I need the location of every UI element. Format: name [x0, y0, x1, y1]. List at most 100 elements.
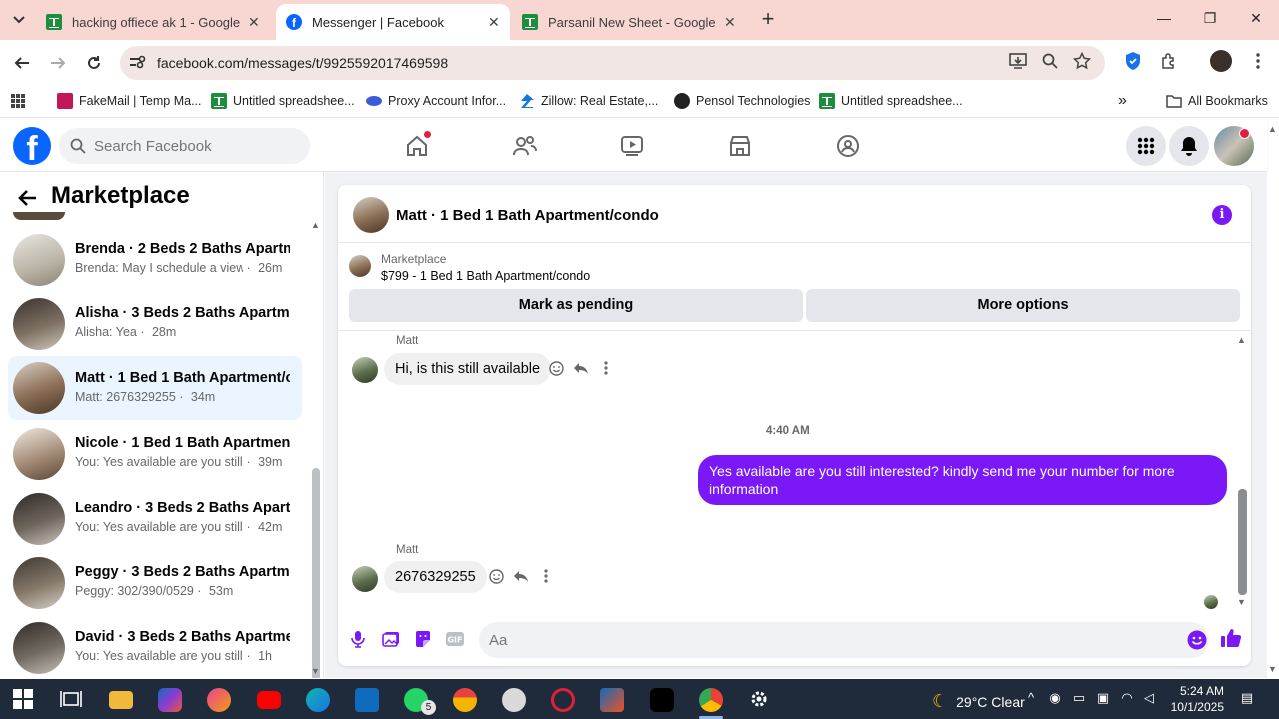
forward-button[interactable] [47, 52, 69, 74]
tray-network-app-icon[interactable]: ◉ [1046, 690, 1064, 708]
tab-hacking-sheet[interactable]: hacking offiece ak 1 - Google S ✕ [36, 4, 274, 40]
tray-chevron-up-icon[interactable]: ^ [1022, 690, 1040, 708]
bookmark-untitled-spreadsheet-2[interactable]: Untitled spreadshee... [819, 91, 963, 111]
reply-icon[interactable] [572, 359, 590, 377]
bookmark-pensol[interactable]: Pensol Technologies [674, 91, 810, 111]
sidebar-scrollbar[interactable] [312, 468, 320, 678]
chat-scroll-down-arrow[interactable]: ▼ [1237, 597, 1246, 607]
sender-avatar[interactable] [352, 357, 378, 383]
info-icon[interactable]: i [1212, 205, 1232, 225]
medal-app-icon[interactable] [453, 688, 477, 712]
chat-scrollbar[interactable] [1238, 489, 1247, 595]
close-window-button[interactable]: ✕ [1246, 10, 1266, 27]
conversation-item[interactable]: Alisha · 3 Beds 2 Baths Apartme... Alish… [8, 293, 302, 353]
menu-button[interactable] [1126, 126, 1166, 166]
copilot-icon[interactable] [158, 688, 182, 712]
system-clock[interactable]: 5:24 AM 10/1/2025 [1164, 683, 1224, 715]
volume-icon[interactable]: ◁ [1140, 690, 1158, 708]
brave-shield-icon[interactable] [1121, 49, 1145, 73]
chat-listing-avatar[interactable] [353, 197, 389, 233]
microsoft-store-icon[interactable] [600, 688, 624, 712]
apps-grid-icon[interactable] [10, 91, 26, 111]
chrome-icon[interactable] [699, 688, 723, 712]
scroll-down-arrow[interactable]: ▼ [311, 666, 320, 676]
page-scroll-up-arrow[interactable]: ▲ [1268, 124, 1277, 134]
nav-marketplace[interactable] [726, 132, 754, 160]
scroll-up-arrow[interactable]: ▲ [311, 220, 320, 230]
outlook-icon[interactable] [355, 688, 379, 712]
new-tab-button[interactable]: + [756, 8, 780, 32]
bookmark-star-icon[interactable] [1070, 49, 1094, 73]
back-button[interactable] [11, 52, 33, 74]
close-tab-icon[interactable]: ✕ [724, 14, 736, 31]
address-bar[interactable]: facebook.com/messages/t/9925592017469598 [120, 46, 1105, 80]
site-info-icon[interactable] [129, 55, 149, 72]
zoom-icon[interactable] [1038, 49, 1062, 73]
outgoing-message[interactable]: Yes available are you still interested? … [698, 455, 1227, 505]
like-thumbs-up-icon[interactable] [1220, 627, 1242, 649]
reload-button[interactable] [83, 52, 105, 74]
tab-parsanil-sheet[interactable]: Parsanil New Sheet - Google Sh ✕ [512, 4, 750, 40]
conversation-item-active[interactable]: Matt · 1 Bed 1 Bath Apartment/c... Matt:… [8, 356, 302, 420]
notification-center-icon[interactable]: ▤ [1238, 690, 1256, 708]
incoming-message[interactable]: Hi, is this still available [384, 353, 552, 385]
tab-search-button[interactable] [6, 8, 32, 32]
edge-browser-icon[interactable] [306, 688, 330, 712]
nav-groups[interactable] [834, 132, 862, 160]
kebab-menu-icon[interactable] [1246, 49, 1270, 73]
facebook-search[interactable] [59, 128, 310, 164]
close-tab-icon[interactable]: ✕ [488, 14, 500, 31]
conversation-item[interactable]: Brenda · 2 Beds 2 Baths Apartm... Brenda… [8, 229, 302, 289]
conversation-item[interactable]: Nicole · 1 Bed 1 Bath Apartment... You: … [8, 423, 302, 483]
paint-app-icon[interactable] [207, 688, 231, 712]
sender-avatar[interactable] [352, 566, 378, 592]
bookmark-proxy-account[interactable]: Proxy Account Infor... [366, 91, 506, 111]
react-emoji-icon[interactable] [547, 359, 565, 377]
task-view-icon[interactable] [60, 688, 84, 712]
message-input[interactable] [489, 631, 1139, 649]
settings-gear-icon[interactable] [748, 688, 772, 712]
listing-price-title[interactable]: $799 - 1 Bed 1 Bath Apartment/condo [381, 269, 590, 283]
install-app-icon[interactable] [1006, 49, 1030, 73]
bookmark-fakemail[interactable]: FakeMail | Temp Ma... [57, 91, 202, 111]
profile-avatar-icon[interactable] [1210, 50, 1232, 72]
minimize-button[interactable]: — [1154, 10, 1174, 26]
more-options-button[interactable]: More options [806, 289, 1240, 322]
microphone-icon[interactable] [348, 629, 368, 649]
restore-button[interactable]: ❐ [1200, 10, 1220, 27]
system-app-icon[interactable] [502, 688, 526, 712]
bookmark-zillow[interactable]: Zillow: Real Estate,... [519, 91, 658, 111]
notifications-button[interactable] [1169, 126, 1209, 166]
file-explorer-icon[interactable] [109, 691, 133, 709]
react-emoji-icon[interactable] [487, 567, 505, 585]
opera-browser-icon[interactable] [551, 688, 575, 712]
close-tab-icon[interactable]: ✕ [248, 14, 260, 31]
conversation-item[interactable]: David · 3 Beds 2 Baths Apartme... You: Y… [8, 617, 302, 677]
youtube-icon[interactable] [257, 691, 281, 709]
incoming-message[interactable]: 2676329255 [384, 561, 487, 593]
search-input[interactable] [94, 137, 294, 155]
battery-icon[interactable]: ▭ [1070, 690, 1088, 708]
extensions-icon[interactable] [1157, 49, 1181, 73]
nav-friends[interactable] [511, 132, 539, 160]
tab-messenger[interactable]: f Messenger | Facebook ✕ [276, 4, 510, 40]
nav-video[interactable] [618, 132, 646, 160]
chat-title[interactable]: Matt · 1 Bed 1 Bath Apartment/condo [396, 207, 659, 224]
nav-home[interactable] [403, 130, 432, 160]
more-actions-icon[interactable] [597, 359, 615, 377]
facebook-logo-icon[interactable]: f [13, 127, 51, 165]
page-scroll-down-arrow[interactable]: ▼ [1268, 664, 1277, 674]
gif-icon[interactable]: GIF [445, 629, 465, 649]
photo-icon[interactable] [381, 629, 401, 649]
all-bookmarks-button[interactable]: All Bookmarks [1166, 91, 1268, 111]
weather-widget[interactable]: ☾ 29°C Clear [932, 691, 1025, 712]
message-input-box[interactable] [479, 622, 1209, 658]
chat-scroll-up-arrow[interactable]: ▲ [1237, 335, 1246, 345]
more-bookmarks-icon[interactable]: » [1118, 91, 1127, 111]
tray-device-icon[interactable]: ▣ [1094, 690, 1112, 708]
wifi-icon[interactable]: ◠ [1118, 690, 1136, 708]
conversation-item[interactable]: Leandro · 3 Beds 2 Baths Apart... You: Y… [8, 488, 302, 548]
tiktok-icon[interactable] [650, 688, 674, 712]
mark-as-pending-button[interactable]: Mark as pending [349, 289, 803, 322]
back-arrow-icon[interactable] [16, 186, 40, 210]
